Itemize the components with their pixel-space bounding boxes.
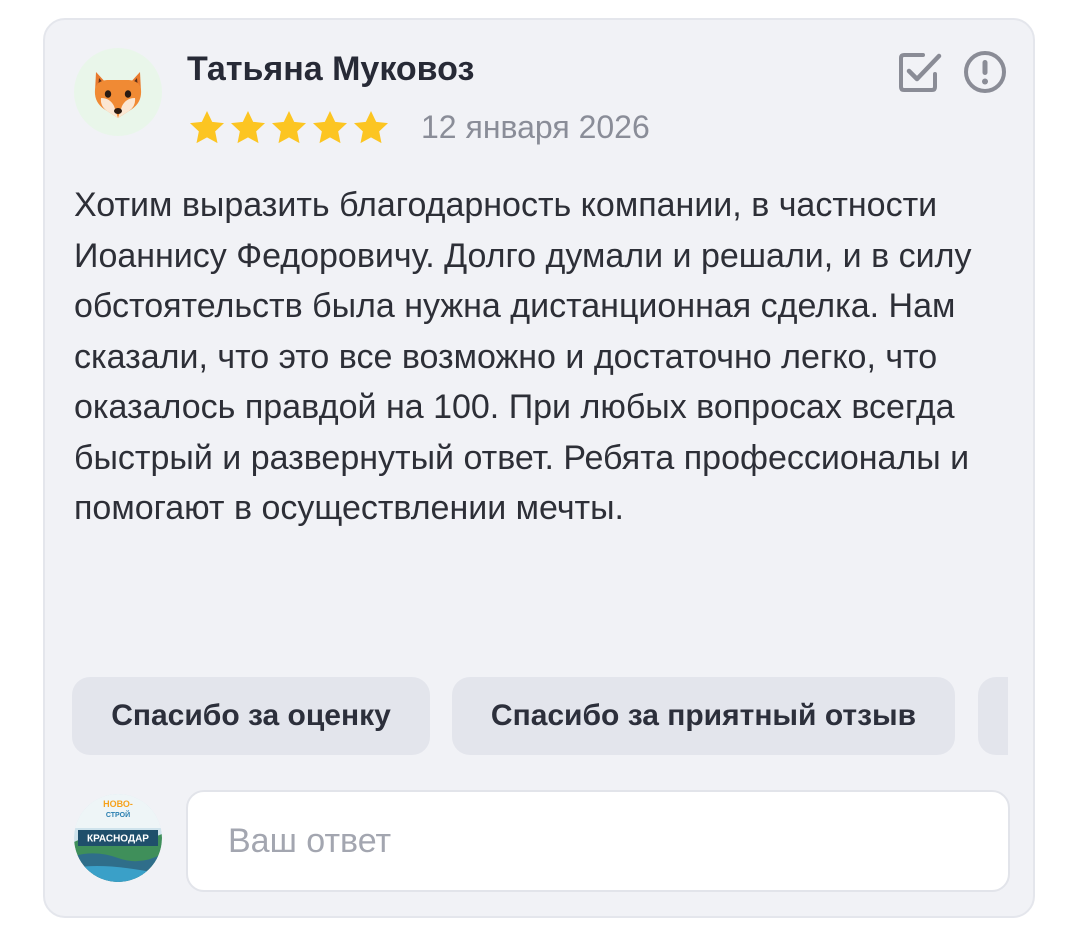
review-date: 12 января 2026: [421, 109, 650, 145]
reply-input[interactable]: [186, 790, 1010, 892]
fox-face-icon: [94, 72, 142, 118]
checkbox-check-icon[interactable]: [895, 48, 943, 96]
star-icon: [190, 111, 224, 144]
company-logo-image: НОВО- СТРОЙ КРАСНОДАР: [74, 794, 162, 882]
author-avatar[interactable]: [74, 48, 162, 136]
star-icon: [313, 111, 347, 144]
star-icon: [231, 111, 265, 144]
quick-reply-chip[interactable]: Спасибо за оценку: [72, 677, 430, 755]
star-icon: [354, 111, 388, 144]
logo-text: СТРОЙ: [106, 810, 130, 819]
star-icon: [272, 111, 306, 144]
review-text: Хотим выразить благодарность компании, в…: [74, 186, 972, 527]
exclamation-circle-icon[interactable]: [961, 48, 1009, 96]
review-card: Татьяна Муковоз 12 января 2026 Хотим выр…: [43, 18, 1035, 918]
quick-replies: Спасибо за оценку Спасибо за приятный от…: [72, 677, 1008, 759]
logo-text: НОВО-: [103, 799, 133, 809]
logo-text: КРАСНОДАР: [87, 834, 149, 845]
author-name[interactable]: Татьяна Муковоз: [187, 50, 474, 89]
company-logo: НОВО- СТРОЙ КРАСНОДАР: [74, 794, 162, 882]
quick-reply-chip-partial[interactable]: [978, 677, 1008, 755]
quick-reply-chip[interactable]: Спасибо за приятный отзыв: [452, 677, 955, 755]
